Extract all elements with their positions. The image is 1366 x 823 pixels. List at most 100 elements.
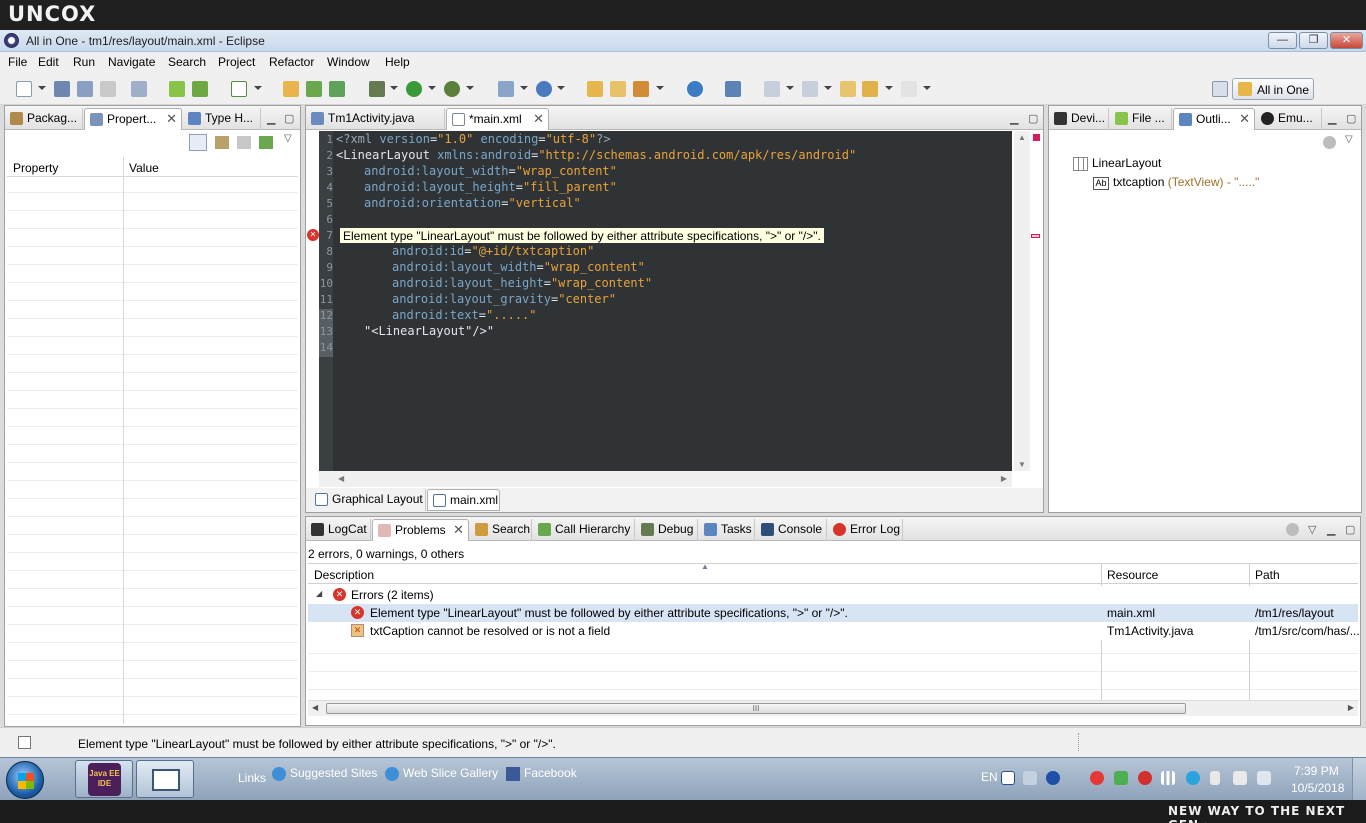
minimize-button[interactable]: — bbox=[1268, 32, 1297, 49]
pin-icon[interactable] bbox=[259, 136, 273, 149]
error-overview-marker[interactable] bbox=[1031, 234, 1040, 238]
close-tab-icon[interactable]: ✕ bbox=[1239, 111, 1250, 127]
tab-search[interactable]: Search bbox=[470, 519, 532, 541]
categories-icon[interactable] bbox=[189, 134, 207, 151]
close-tab-icon[interactable]: ✕ bbox=[453, 522, 464, 538]
advanced-icon[interactable] bbox=[215, 136, 229, 149]
tab-devices[interactable]: Devi... bbox=[1049, 108, 1109, 130]
new-icon[interactable] bbox=[16, 81, 32, 97]
scroll-up-icon[interactable]: ▲ bbox=[1018, 133, 1026, 142]
error-overview-marker[interactable] bbox=[1033, 134, 1040, 141]
property-column-header[interactable]: Property bbox=[13, 161, 58, 175]
link-suggested-sites[interactable]: Suggested Sites bbox=[272, 766, 377, 781]
menu-project[interactable]: Project bbox=[218, 55, 255, 69]
new-java-project-icon[interactable] bbox=[283, 81, 299, 97]
show-desktop-button[interactable] bbox=[1352, 758, 1366, 801]
run-icon[interactable] bbox=[406, 81, 422, 97]
web-service-icon[interactable] bbox=[536, 81, 552, 97]
maximize-view-icon[interactable]: ▢ bbox=[284, 112, 294, 125]
next-annotation-icon[interactable] bbox=[802, 81, 818, 97]
ime-icon[interactable] bbox=[1023, 771, 1037, 785]
maximize-editor-icon[interactable]: ▢ bbox=[1028, 112, 1038, 125]
close-tab-icon[interactable]: ✕ bbox=[533, 111, 544, 127]
last-edit-icon[interactable] bbox=[840, 81, 856, 97]
new-junit-icon[interactable] bbox=[306, 81, 322, 97]
link-web-slice-gallery[interactable]: Web Slice Gallery bbox=[385, 766, 498, 781]
link-facebook[interactable]: Facebook bbox=[506, 766, 577, 781]
taskbar-app-eclipse[interactable]: Java EE IDE bbox=[75, 760, 133, 798]
errors-group-row[interactable]: ◢ ✕ Errors (2 items) bbox=[308, 586, 1358, 604]
open-type-icon[interactable] bbox=[131, 81, 147, 97]
menu-window[interactable]: Window bbox=[327, 55, 370, 69]
scroll-left-icon[interactable]: ◀ bbox=[312, 703, 318, 712]
wand-icon[interactable] bbox=[725, 81, 741, 97]
minimize-view-icon[interactable]: ▁ bbox=[267, 112, 275, 125]
menu-navigate[interactable]: Navigate bbox=[108, 55, 155, 69]
save-all-icon[interactable] bbox=[77, 81, 93, 97]
telegram-icon[interactable] bbox=[1186, 771, 1200, 785]
maximize-view-icon[interactable]: ▢ bbox=[1345, 523, 1355, 536]
annotation-icon[interactable] bbox=[764, 81, 780, 97]
tab-debug[interactable]: Debug bbox=[636, 519, 698, 541]
debug-icon[interactable] bbox=[369, 81, 385, 97]
menu-refactor[interactable]: Refactor bbox=[269, 55, 314, 69]
antivirus-icon[interactable] bbox=[1090, 771, 1104, 785]
collapse-all-icon[interactable] bbox=[1286, 523, 1299, 536]
outline-child[interactable]: Ab txtcaption (TextView) - "....." bbox=[1093, 175, 1259, 190]
resource-column-header[interactable]: Resource bbox=[1107, 568, 1158, 582]
minimize-editor-icon[interactable]: ▁ bbox=[1010, 112, 1018, 125]
close-tab-icon[interactable]: ✕ bbox=[166, 111, 177, 127]
open-file-icon[interactable] bbox=[610, 81, 626, 97]
path-column-header[interactable]: Path bbox=[1255, 568, 1280, 582]
problem-row[interactable]: ✕ Element type "LinearLayout" must be fo… bbox=[308, 604, 1358, 622]
close-button[interactable]: ✕ bbox=[1330, 32, 1363, 49]
view-menu-icon[interactable]: ▽ bbox=[284, 133, 292, 144]
scroll-left-icon[interactable]: ◀ bbox=[338, 474, 344, 483]
editor-horizontal-scrollbar[interactable]: ◀ ▶ bbox=[319, 471, 1012, 487]
menu-help[interactable]: Help bbox=[385, 55, 410, 69]
clock-date[interactable]: 10/5/2018 bbox=[1291, 781, 1344, 795]
view-menu-icon[interactable]: ▽ bbox=[1345, 134, 1353, 145]
avd-manager-icon[interactable] bbox=[192, 81, 208, 97]
scroll-thumb[interactable]: III bbox=[326, 703, 1186, 714]
pen-icon[interactable] bbox=[633, 81, 649, 97]
tab-tasks[interactable]: Tasks bbox=[699, 519, 755, 541]
restore-default-icon[interactable] bbox=[237, 136, 251, 149]
horizontal-scrollbar[interactable]: ◀ III ▶ bbox=[308, 700, 1358, 716]
maximize-button[interactable]: ❐ bbox=[1299, 32, 1328, 49]
vertical-scrollbar[interactable]: ▲ ▼ bbox=[1014, 131, 1030, 471]
scroll-down-icon[interactable]: ▼ bbox=[1018, 460, 1026, 469]
fast-view-icon[interactable] bbox=[18, 736, 31, 749]
outline-root[interactable]: LinearLayout bbox=[1073, 156, 1161, 171]
error-marker-icon[interactable]: ✕ bbox=[307, 229, 319, 241]
tab-outline[interactable]: Outli... ✕ bbox=[1173, 108, 1255, 130]
save-icon[interactable] bbox=[54, 81, 70, 97]
globe-icon[interactable] bbox=[687, 81, 703, 97]
value-column-header[interactable]: Value bbox=[129, 161, 159, 175]
tab-main-xml[interactable]: *main.xml ✕ bbox=[446, 108, 549, 130]
checkbox-icon[interactable] bbox=[231, 81, 247, 97]
tab-main-xml-source[interactable]: main.xml bbox=[427, 489, 500, 511]
tab-type-hierarchy[interactable]: Type H... bbox=[183, 108, 261, 130]
scroll-right-icon[interactable]: ▶ bbox=[1348, 703, 1354, 712]
start-button[interactable] bbox=[6, 761, 44, 799]
external-tools-icon[interactable] bbox=[444, 81, 460, 97]
minimize-view-icon[interactable]: ▁ bbox=[1327, 523, 1335, 536]
view-menu-icon[interactable]: ▽ bbox=[1308, 523, 1316, 536]
tab-properties[interactable]: Propert... ✕ bbox=[84, 108, 182, 130]
menu-search[interactable]: Search bbox=[168, 55, 206, 69]
xml-source-editor[interactable]: 1 2 3 4 5 6 7 8 9 10 11 12 13 14 <?xml v… bbox=[319, 131, 1012, 471]
language-indicator[interactable]: EN bbox=[981, 770, 998, 784]
menu-edit[interactable]: Edit bbox=[38, 55, 59, 69]
forward-icon[interactable] bbox=[901, 81, 917, 97]
network-error-icon[interactable] bbox=[1233, 771, 1247, 785]
new-class-icon[interactable] bbox=[329, 81, 345, 97]
tab-emulator-control[interactable]: Emu... bbox=[1256, 108, 1322, 130]
open-perspective-icon[interactable] bbox=[1212, 81, 1228, 97]
tab-file-explorer[interactable]: File ... bbox=[1110, 108, 1172, 130]
volume-icon[interactable] bbox=[1257, 771, 1271, 785]
menu-file[interactable]: File bbox=[8, 55, 27, 69]
keyboard-icon[interactable] bbox=[1001, 771, 1015, 785]
collapse-icon[interactable] bbox=[1323, 136, 1336, 149]
tab-package-explorer[interactable]: Packag... bbox=[5, 108, 83, 130]
